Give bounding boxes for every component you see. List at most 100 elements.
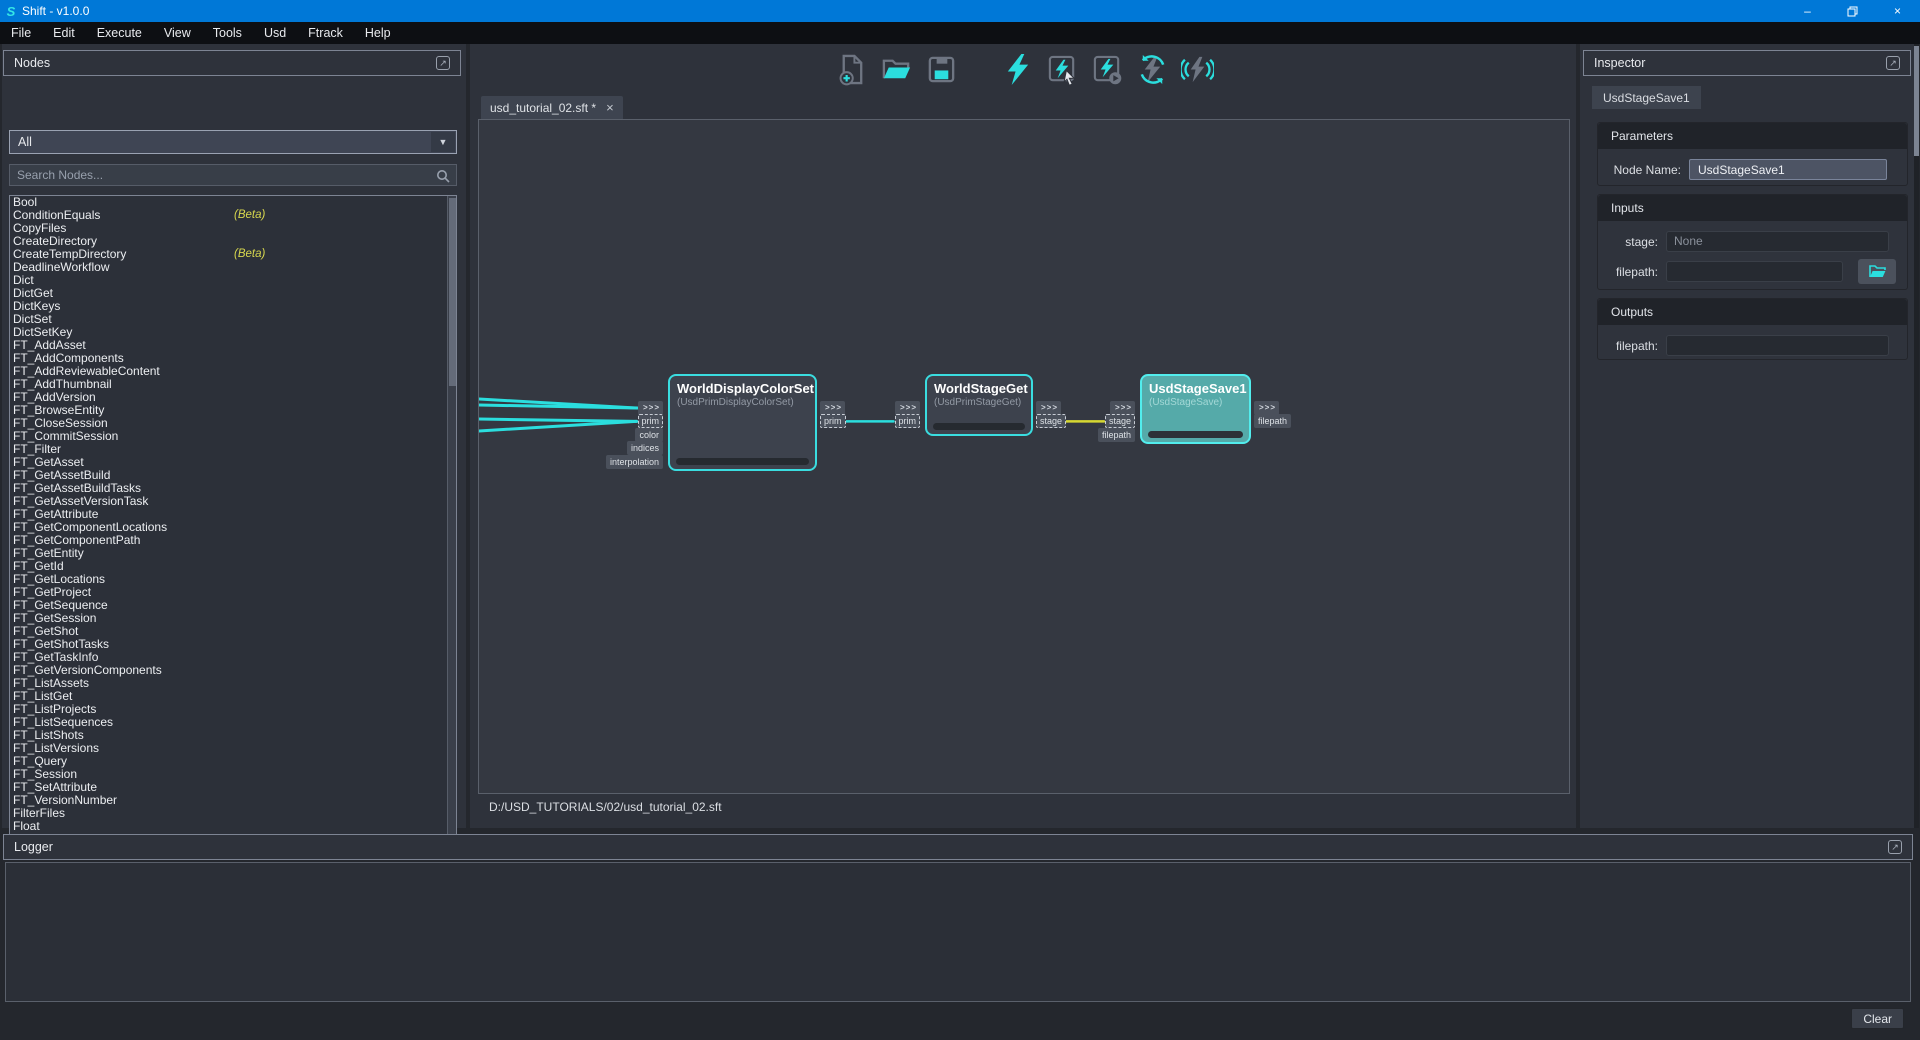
port-chevrons[interactable]: >>> — [895, 401, 920, 415]
inspector-node-tab[interactable]: UsdStageSave1 — [1592, 86, 1701, 109]
port-prim[interactable]: prim — [895, 414, 921, 428]
menu-item-ftrack[interactable]: Ftrack — [297, 22, 354, 44]
node-list-item[interactable]: DictKeys — [10, 300, 456, 313]
scrollbar[interactable] — [1914, 44, 1919, 828]
execute-selected-icon — [1046, 53, 1079, 86]
graph-node[interactable]: WorldDisplayColorSet(UsdPrimDisplayColor… — [668, 374, 817, 471]
menu-item-usd[interactable]: Usd — [253, 22, 297, 44]
port-chevrons[interactable]: >>> — [1254, 401, 1279, 415]
search-box — [9, 164, 457, 186]
node-list-item[interactable]: ConditionEquals(Beta) — [10, 209, 456, 222]
parameters-group-title: Parameters — [1598, 123, 1907, 149]
scrollbar[interactable] — [447, 196, 456, 857]
output-ports: >>>prim — [820, 401, 846, 428]
folder-icon — [1869, 264, 1886, 279]
menu-item-file[interactable]: File — [0, 22, 42, 44]
menu-item-edit[interactable]: Edit — [42, 22, 86, 44]
graph-tab[interactable]: usd_tutorial_02.sft * × — [481, 96, 623, 119]
execute-selected-button[interactable] — [1044, 51, 1080, 87]
menu-item-execute[interactable]: Execute — [86, 22, 153, 44]
browse-button[interactable] — [1858, 259, 1896, 284]
open-graph-button[interactable] — [878, 51, 914, 87]
inspector-header: Inspector ↗ — [1583, 50, 1911, 76]
input-ports: >>>primcolorindicesinterpolation — [606, 401, 663, 468]
inputs-group-title: Inputs — [1598, 195, 1907, 221]
menu-item-tools[interactable]: Tools — [202, 22, 253, 44]
file-path: D:/USD_TUTORIALS/02/usd_tutorial_02.sft — [489, 800, 722, 814]
node-list-item[interactable]: DictGet — [10, 287, 456, 300]
undock-icon[interactable]: ↗ — [1888, 840, 1902, 854]
node-list-item[interactable]: FT_GetEntity — [10, 547, 456, 560]
new-graph-button[interactable] — [833, 51, 869, 87]
scrollbar-thumb[interactable] — [1914, 46, 1919, 156]
graph-node-subtitle: (UsdPrimStageGet) — [927, 396, 1031, 408]
output-ports: >>>stage — [1036, 401, 1066, 428]
node-filter-dropdown[interactable]: All ▼ — [9, 130, 457, 154]
search-input[interactable] — [10, 165, 456, 185]
stage-field[interactable]: None — [1666, 231, 1889, 252]
port-indices[interactable]: indices — [627, 441, 663, 455]
execute-refresh-button[interactable] — [1134, 51, 1170, 87]
output-filepath-field[interactable] — [1666, 335, 1889, 356]
port-filepath[interactable]: filepath — [1098, 428, 1135, 442]
port-chevrons[interactable]: >>> — [638, 401, 663, 415]
node-list-item[interactable]: FT_ListAssets — [10, 677, 456, 690]
execute-refresh-icon — [1136, 53, 1169, 86]
node-filter-value: All — [18, 135, 32, 149]
port-chevrons[interactable]: >>> — [820, 401, 845, 415]
execute-from-button[interactable] — [1089, 51, 1125, 87]
tab-close-icon[interactable]: × — [606, 100, 614, 115]
parameters-group: Parameters Node Name: — [1597, 122, 1908, 186]
minimize-button[interactable]: – — [1785, 0, 1830, 22]
undock-icon[interactable]: ↗ — [1886, 56, 1900, 70]
menu-item-view[interactable]: View — [153, 22, 202, 44]
node-list-item[interactable]: FT_VersionNumber — [10, 794, 456, 807]
node-list-item[interactable]: Dict — [10, 274, 456, 287]
open-folder-icon — [880, 53, 913, 86]
node-list-item[interactable]: FT_ListVersions — [10, 742, 456, 755]
output-filepath-label: filepath: — [1611, 339, 1658, 353]
scrollbar-thumb[interactable] — [449, 198, 456, 386]
undock-icon[interactable]: ↗ — [436, 56, 450, 70]
execute-from-icon — [1091, 53, 1124, 86]
logger-title: Logger — [14, 840, 53, 854]
graph-node-footer — [1148, 431, 1243, 438]
port-filepath[interactable]: filepath — [1254, 414, 1291, 428]
port-color[interactable]: color — [635, 428, 663, 442]
execute-live-button[interactable] — [1179, 51, 1215, 87]
node-name-label: Node Name: — [1611, 163, 1681, 177]
filepath-input-field[interactable] — [1666, 261, 1843, 282]
node-list-item[interactable]: DictSet — [10, 313, 456, 326]
input-ports: >>>stagefilepath — [1098, 401, 1135, 441]
nodes-panel-header: Nodes ↗ — [3, 50, 461, 76]
outputs-group-title: Outputs — [1598, 299, 1907, 325]
execute-button[interactable] — [999, 51, 1035, 87]
close-button[interactable]: × — [1875, 0, 1920, 22]
port-chevrons[interactable]: >>> — [1036, 401, 1061, 415]
port-interpolation[interactable]: interpolation — [606, 455, 663, 469]
port-stage[interactable]: stage — [1105, 414, 1135, 428]
node-list-item[interactable]: FilterFiles — [10, 807, 456, 820]
node-list-item[interactable]: DeadlineWorkflow — [10, 261, 456, 274]
graph-node-footer — [676, 458, 809, 465]
port-stage[interactable]: stage — [1036, 414, 1066, 428]
node-name-input[interactable] — [1689, 159, 1887, 180]
restore-button[interactable] — [1830, 0, 1875, 22]
logger-output — [5, 862, 1911, 1002]
port-prim[interactable]: prim — [638, 414, 664, 428]
save-icon — [925, 53, 958, 86]
port-prim[interactable]: prim — [820, 414, 846, 428]
menu-item-help[interactable]: Help — [354, 22, 402, 44]
clear-logger-button[interactable]: Clear — [1851, 1008, 1904, 1029]
status-bar: D:/USD_TUTORIALS/02/usd_tutorial_02.sft — [478, 794, 1570, 820]
menu-bar: FileEditExecuteViewToolsUsdFtrackHelp — [0, 22, 1920, 44]
port-chevrons[interactable]: >>> — [1110, 401, 1135, 415]
node-graph-canvas[interactable]: WorldDisplayColorSet(UsdPrimDisplayColor… — [478, 119, 1570, 794]
graph-node-subtitle: (UsdStageSave) — [1142, 396, 1249, 408]
graph-node[interactable]: UsdStageSave1(UsdStageSave) — [1140, 374, 1251, 444]
chevron-down-icon[interactable]: ▼ — [431, 132, 455, 152]
graph-node[interactable]: WorldStageGet(UsdPrimStageGet) — [925, 374, 1033, 436]
save-graph-button[interactable] — [923, 51, 959, 87]
node-list-item[interactable]: FT_CommitSession — [10, 430, 456, 443]
logger-header: Logger ↗ — [3, 834, 1913, 860]
